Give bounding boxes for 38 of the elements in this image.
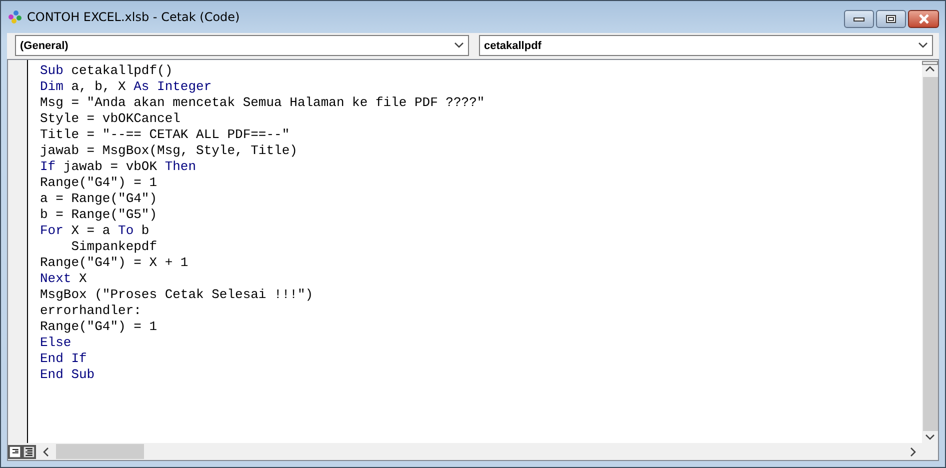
code-line: Title = "--== CETAK ALL PDF==--" [40,127,290,143]
minimize-icon [853,16,865,22]
code-line: Simpankepdf [70,239,158,255]
code-line: MsgBox ("Proses Cetak Selesai !!!") [40,287,314,303]
window-title: CONTOH EXCEL.xlsb - Cetak (Code) [27,10,241,24]
close-icon [916,14,930,24]
code-line: Range("G4") = X + 1 [40,255,188,271]
code-line: End Sub [40,367,95,383]
code-line: Style = vbOKCancel [40,111,180,127]
code-line: Next X [40,271,87,287]
code-line: errorhandler: [40,303,142,319]
splitter-handle[interactable] [922,61,938,65]
code-line: Range("G4") = 1 [40,319,158,335]
chevron-down-icon[interactable] [918,40,928,50]
code-line: Range("G4") = 1 [40,175,158,191]
code-line: Msg = "Anda akan mencetak Semua Halaman ke file PDF ????" [40,95,485,111]
maximize-icon [885,14,897,24]
module-view-icon[interactable] [22,444,36,458]
scroll-right-icon[interactable] [908,446,918,456]
object-dropdown[interactable]: (General) [15,35,469,56]
close-button[interactable] [908,10,939,28]
code-line: End If [40,351,87,367]
minimize-button[interactable] [844,10,874,28]
code-line: If jawab = vbOK Then [40,159,196,175]
code-line: For X = a To b [40,223,150,239]
code-line: Sub cetakallpdf() [40,63,173,79]
maximize-button[interactable] [876,10,906,28]
code-line: Else [40,335,72,351]
app-icon [7,9,23,25]
procedure-dropdown[interactable]: cetakallpdf [479,35,933,56]
scrollbar-thumb[interactable] [56,444,144,459]
code-line: jawab = MsgBox(Msg, Style, Title) [40,143,298,159]
procedure-view-icon[interactable] [8,444,22,458]
chevron-down-icon[interactable] [454,40,464,50]
code-line: a = Range("G4") [40,191,158,207]
code-line: b = Range("G5") [40,207,158,223]
code-line: Dim a, b, X As Integer [40,79,212,95]
scrollbar-thumb[interactable] [922,77,938,431]
